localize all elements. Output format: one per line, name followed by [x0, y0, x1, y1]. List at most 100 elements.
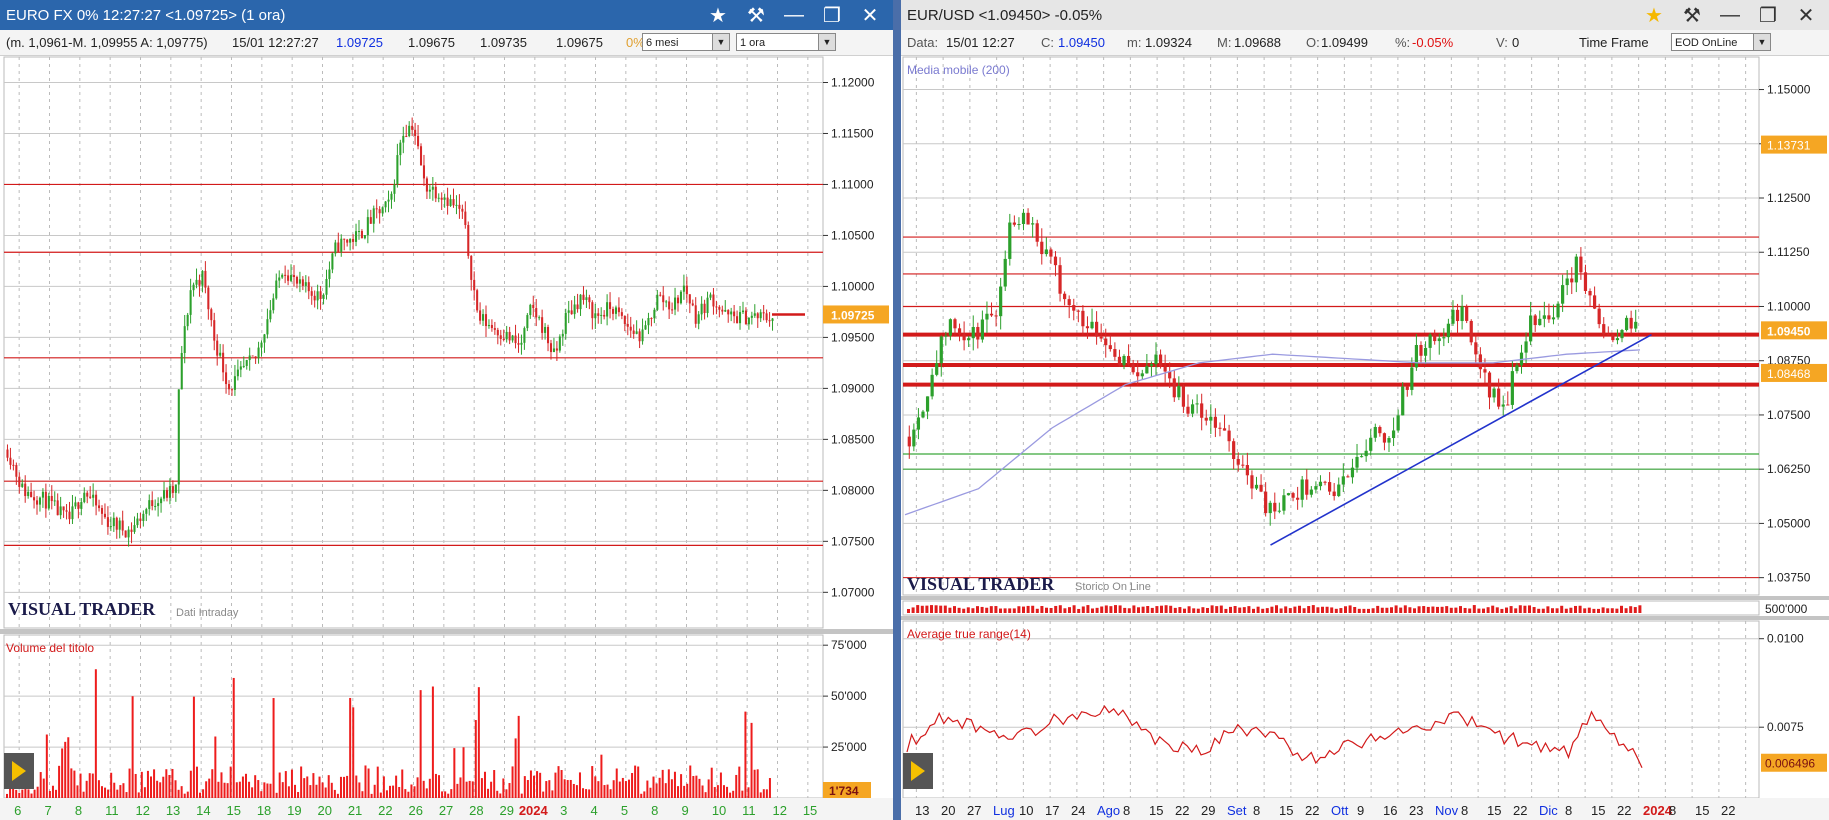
- candle-body: [1350, 467, 1355, 478]
- left-chart[interactable]: 1.07000 1.07500 1.08000 1.08500 1.09000 1.095…: [0, 55, 893, 820]
- volume-bar: [1459, 606, 1462, 613]
- left-v3: 1.09675: [556, 35, 603, 50]
- volume-bar: [422, 780, 425, 798]
- candle-body: [1117, 356, 1122, 366]
- candle-body: [334, 242, 337, 254]
- volume-bar: [355, 775, 358, 798]
- volume-bar: [220, 772, 223, 798]
- candle-body: [614, 307, 618, 314]
- volume-bar: [490, 781, 493, 798]
- x-tick-label: 9: [682, 803, 689, 818]
- volume-bar: [425, 788, 428, 798]
- volume-bar: [1081, 606, 1085, 613]
- candle-body: [603, 314, 606, 317]
- close-icon[interactable]: ✕: [1789, 0, 1823, 30]
- candle-body: [611, 308, 615, 314]
- right-chart[interactable]: 1.037501.050001.062501.075001.087501.100…: [901, 55, 1829, 820]
- close-icon[interactable]: ✕: [853, 0, 887, 30]
- volume-bar: [1150, 607, 1154, 613]
- candle-body: [665, 301, 668, 303]
- interval-select[interactable]: 1 ora ▼: [736, 33, 836, 51]
- maximize-icon[interactable]: ❐: [815, 0, 849, 30]
- volume-bar: [1196, 608, 1200, 613]
- candle-body: [399, 142, 402, 156]
- candle-body: [532, 304, 535, 309]
- volume-bar: [211, 769, 214, 798]
- right-window-title: EUR/USD <1.09450> -0.05%: [907, 6, 1103, 24]
- M-value: 1.09688: [1234, 35, 1281, 50]
- volume-bar: [300, 766, 303, 798]
- candle-body: [1241, 464, 1245, 466]
- volume-bar: [241, 776, 244, 798]
- volume-bar: [18, 792, 21, 798]
- volume-bar: [199, 792, 202, 798]
- volume-bar: [146, 770, 149, 798]
- candle-body: [484, 314, 488, 327]
- timeframe-select[interactable]: EOD OnLine ▼: [1671, 33, 1771, 51]
- candle-body: [207, 287, 210, 310]
- minimize-icon[interactable]: —: [1713, 0, 1747, 30]
- volume-bar: [582, 788, 585, 798]
- candle-body: [479, 310, 482, 321]
- volume-bar: [1233, 606, 1237, 613]
- candle-body: [1209, 416, 1213, 421]
- x-tick-label: 2024: [519, 803, 549, 818]
- candle-body: [1003, 258, 1007, 287]
- star-icon[interactable]: ★: [1637, 0, 1671, 30]
- volume-bar: [471, 781, 474, 798]
- hammer-icon[interactable]: ⚒: [739, 0, 773, 30]
- volume-bar: [1215, 606, 1219, 613]
- volume-bar: [125, 792, 128, 798]
- minimize-icon[interactable]: —: [777, 0, 811, 30]
- period-select[interactable]: 6 mesi ▼: [642, 33, 730, 51]
- volume-bar: [1339, 608, 1343, 613]
- y-tick-label: 75'000: [831, 638, 867, 652]
- volume-bar: [64, 741, 67, 798]
- x-tick-label: 6: [14, 803, 21, 818]
- volume-bar: [695, 775, 698, 798]
- volume-bar: [174, 780, 177, 798]
- volume-bar: [925, 605, 929, 613]
- volume-bar: [1399, 607, 1403, 613]
- volume-bar: [1537, 608, 1541, 613]
- volume-bar: [502, 778, 505, 798]
- volume-bar: [483, 771, 486, 798]
- volume-bar: [73, 770, 76, 798]
- volume-bar: [116, 789, 119, 798]
- volume-bar: [634, 765, 637, 798]
- candle-body: [425, 178, 428, 192]
- candle-body: [980, 319, 984, 340]
- candle-body: [33, 497, 36, 501]
- volume-bar: [1072, 605, 1076, 613]
- candle-body: [195, 279, 198, 285]
- volume-bar: [346, 775, 349, 798]
- volume-bar: [1376, 605, 1380, 613]
- candle-body: [579, 294, 582, 310]
- maximize-icon[interactable]: ❐: [1751, 0, 1785, 30]
- star-icon[interactable]: ★: [701, 0, 735, 30]
- volume-bar: [1541, 608, 1545, 613]
- candle-body: [1245, 465, 1249, 476]
- candle-body: [541, 317, 544, 333]
- candle-body: [1200, 403, 1204, 418]
- hammer-icon[interactable]: ⚒: [1675, 0, 1709, 30]
- volume-bar: [395, 775, 398, 798]
- candle-body: [357, 231, 361, 233]
- candle-body: [1611, 334, 1615, 341]
- candle-body: [160, 498, 163, 504]
- candle-body: [230, 389, 234, 391]
- volume-bar: [957, 607, 961, 613]
- volume-bar: [107, 789, 110, 798]
- x-tick-label: 8: [75, 803, 82, 818]
- volume-bar: [21, 789, 24, 798]
- candle-body: [248, 355, 251, 361]
- y-tick-label: 1.11500: [831, 126, 874, 140]
- volume-bar: [575, 785, 578, 798]
- candle-body: [86, 492, 89, 497]
- candle-body: [1474, 342, 1478, 355]
- candle-body: [1382, 433, 1387, 443]
- volume-bar: [572, 783, 575, 798]
- volume-bar: [404, 789, 407, 798]
- candle-body: [281, 274, 284, 278]
- candle-body: [967, 338, 971, 341]
